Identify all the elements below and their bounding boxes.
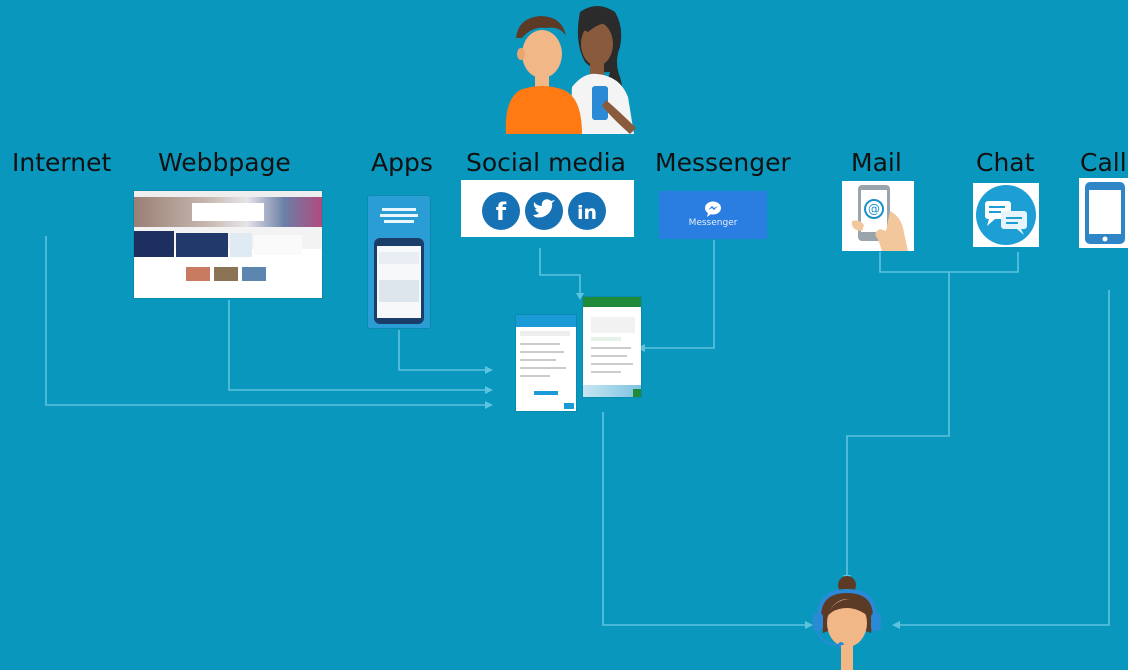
- call-box: [1079, 178, 1128, 248]
- social-media-box: f in: [461, 180, 634, 237]
- agent-illustration: [813, 576, 881, 670]
- svg-text:f: f: [496, 198, 507, 226]
- chatbot-screen-left: [516, 315, 576, 411]
- label-call: Call: [1080, 148, 1127, 177]
- messenger-button[interactable]: Messenger: [659, 191, 767, 239]
- phone-icon: [1085, 182, 1125, 244]
- connector-chatbot-agent: [602, 412, 805, 626]
- chat-icon: [976, 185, 1036, 245]
- connector-social: [539, 248, 581, 295]
- mail-box: @: [842, 181, 914, 251]
- label-social-media: Social media: [466, 148, 626, 177]
- connector-mail-chat: [879, 252, 1019, 273]
- webpage-screenshot: [134, 191, 322, 298]
- connector-messenger: [645, 240, 715, 349]
- messenger-button-label: Messenger: [688, 218, 738, 228]
- label-internet: Internet: [12, 148, 112, 177]
- label-messenger: Messenger: [655, 148, 791, 177]
- label-apps: Apps: [371, 148, 433, 177]
- connector-call-agent: [900, 290, 1110, 626]
- chat-box: [973, 183, 1039, 247]
- label-webbpage: Webbpage: [158, 148, 291, 177]
- chatbot-screen-right: [583, 297, 641, 397]
- svg-text:@: @: [868, 202, 880, 216]
- svg-text:in: in: [577, 202, 597, 224]
- connector-apps: [398, 330, 485, 371]
- customers-illustration: [505, 6, 636, 134]
- connector-mail-chat-down: [846, 272, 950, 575]
- app-screenshot: [368, 196, 430, 328]
- messenger-icon: [705, 201, 721, 217]
- label-mail: Mail: [851, 148, 902, 177]
- mail-icon: @: [852, 185, 908, 251]
- connector-webbpage: [228, 300, 485, 391]
- label-chat: Chat: [976, 148, 1035, 177]
